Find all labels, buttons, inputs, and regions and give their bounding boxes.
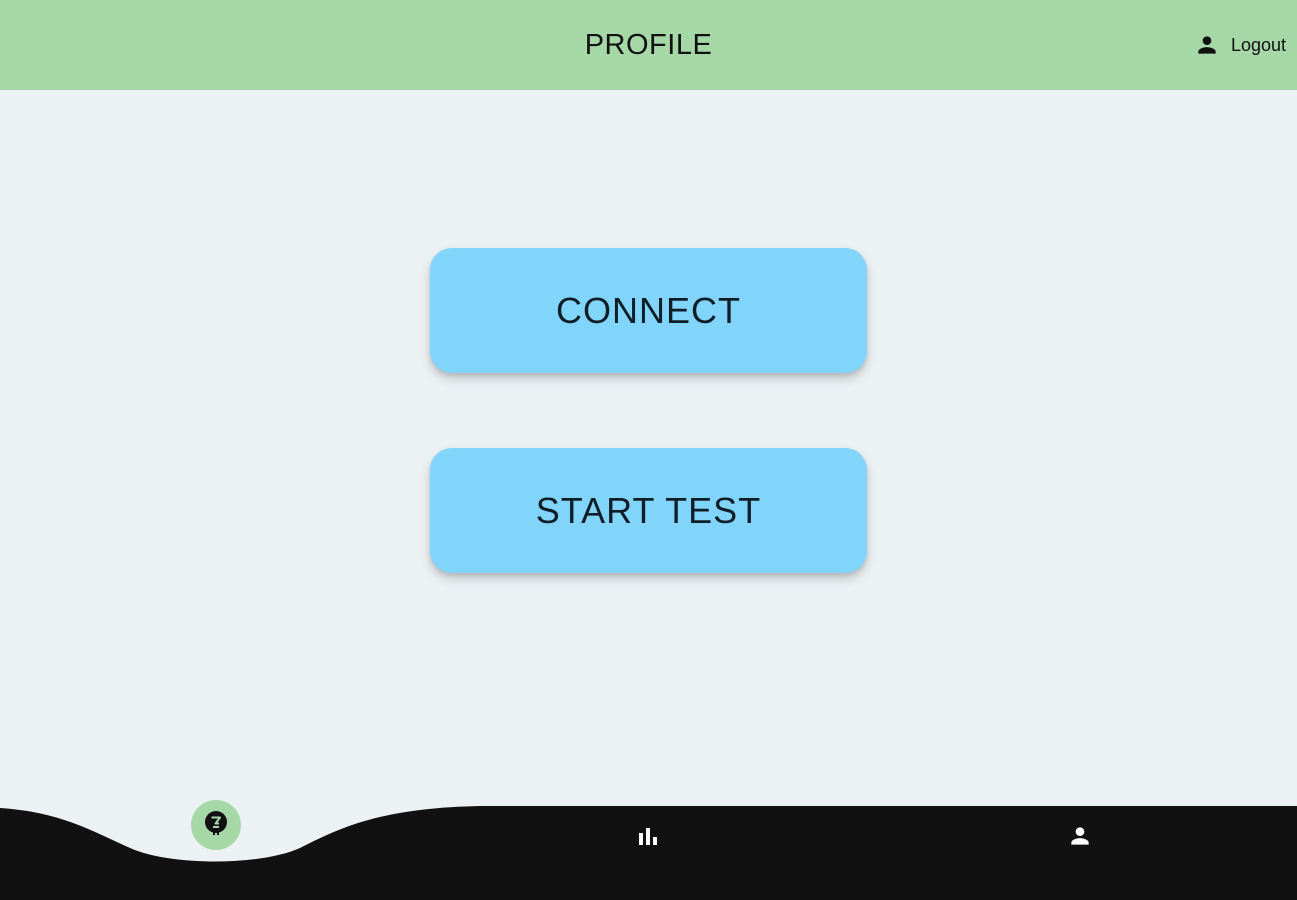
connect-button[interactable]: CONNECT bbox=[430, 248, 867, 373]
page-title: PROFILE bbox=[584, 29, 713, 61]
bar-chart-icon bbox=[637, 825, 659, 852]
logout-button[interactable]: Logout bbox=[1194, 30, 1286, 60]
test-badge-icon bbox=[203, 810, 229, 841]
person-icon bbox=[1194, 32, 1220, 58]
nav-item-profile[interactable] bbox=[1060, 818, 1100, 858]
app-bar: PROFILE Logout bbox=[0, 0, 1297, 90]
person-icon bbox=[1067, 823, 1093, 854]
bottom-navigation-bar bbox=[0, 780, 1297, 900]
logout-label: Logout bbox=[1230, 34, 1286, 55]
nav-item-test[interactable] bbox=[191, 800, 241, 850]
nav-item-stats[interactable] bbox=[628, 818, 668, 858]
start-test-button[interactable]: START TEST bbox=[430, 448, 867, 573]
